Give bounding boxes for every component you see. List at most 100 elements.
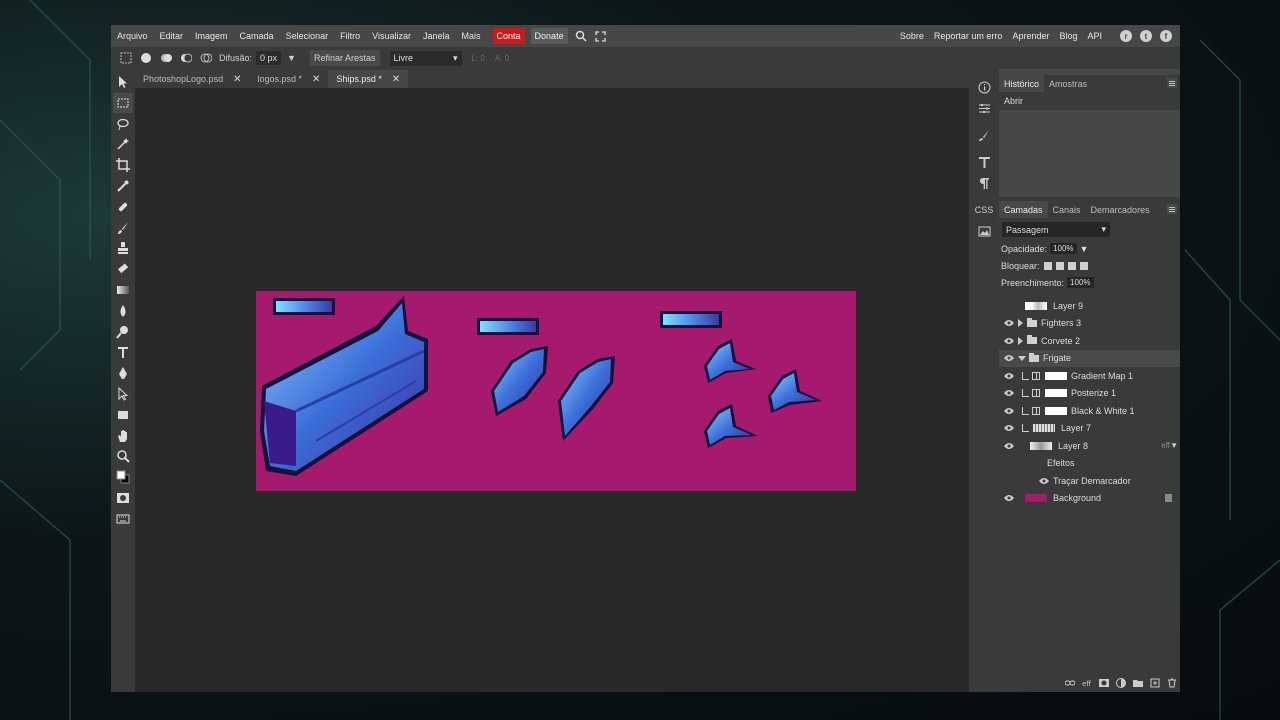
fill-input[interactable]: 100% xyxy=(1067,277,1094,288)
expand-arrow-icon[interactable] xyxy=(1018,319,1023,328)
menu-editar[interactable]: Editar xyxy=(160,31,190,41)
marquee-tool-icon[interactable] xyxy=(113,92,133,113)
chevron-down-icon[interactable]: ▼ xyxy=(1170,441,1178,450)
layer-row[interactable]: Layer 8 eff ▼ xyxy=(999,437,1180,455)
tab-demarcadores[interactable]: Demarcadores xyxy=(1086,201,1155,218)
eye-icon[interactable] xyxy=(1004,353,1014,363)
healing-brush-icon[interactable] xyxy=(113,197,133,217)
tab-logos[interactable]: logos.psd * ✕ xyxy=(249,70,328,88)
menu-blog[interactable]: Blog xyxy=(1059,31,1083,41)
eye-icon[interactable] xyxy=(1004,388,1014,398)
move-tool-icon[interactable] xyxy=(113,72,133,92)
new-layer-icon[interactable] xyxy=(1148,676,1161,689)
history-item[interactable]: Abrir xyxy=(999,92,1180,110)
donate-button[interactable]: Donate xyxy=(530,28,568,44)
panel-menu-icon[interactable] xyxy=(1167,78,1177,88)
blend-mode-select[interactable]: Passagem ▾ xyxy=(1002,222,1110,237)
adjustment-icon[interactable] xyxy=(1114,676,1127,689)
crop-tool-icon[interactable] xyxy=(113,155,133,175)
adjustments-icon[interactable] xyxy=(974,98,994,118)
menu-visualizar[interactable]: Visualizar xyxy=(372,31,417,41)
search-icon[interactable] xyxy=(574,29,588,43)
menu-mais[interactable]: Mais xyxy=(462,31,487,41)
effects-row[interactable]: Efeitos xyxy=(999,455,1180,473)
path-selection-icon[interactable] xyxy=(113,384,133,404)
panel-menu-icon[interactable] xyxy=(1167,204,1177,214)
layer-row[interactable]: Posterize 1 xyxy=(999,385,1180,403)
marquee-tool-icon[interactable] xyxy=(119,51,133,65)
eye-icon[interactable] xyxy=(1004,441,1014,451)
difusao-input[interactable]: 0 px xyxy=(256,51,282,65)
layer-mask-thumbnail[interactable] xyxy=(1045,406,1067,415)
layer-row[interactable]: Layer 7 xyxy=(999,420,1180,438)
add-selection-icon[interactable] xyxy=(159,51,173,65)
zoom-tool-icon[interactable] xyxy=(113,446,133,466)
menu-aprender[interactable]: Aprender xyxy=(1012,31,1055,41)
menu-selecionar[interactable]: Selecionar xyxy=(286,31,335,41)
opacity-input[interactable]: 100% xyxy=(1050,243,1077,254)
menu-reportar-erro[interactable]: Reportar um erro xyxy=(934,31,1009,41)
fullscreen-icon[interactable] xyxy=(594,29,608,43)
width-field[interactable]: L: 0 xyxy=(472,54,485,63)
keyboard-icon[interactable] xyxy=(113,509,133,529)
lock-all-icon[interactable] xyxy=(1079,261,1088,270)
eraser-tool-icon[interactable] xyxy=(113,259,133,279)
menu-camada[interactable]: Camada xyxy=(240,31,280,41)
menu-arquivo[interactable]: Arquivo xyxy=(117,31,154,41)
menu-filtro[interactable]: Filtro xyxy=(340,31,366,41)
new-selection-icon[interactable] xyxy=(139,51,153,65)
lasso-tool-icon[interactable] xyxy=(113,114,133,134)
info-icon[interactable] xyxy=(974,77,994,97)
facebook-icon[interactable]: f xyxy=(1160,30,1172,42)
tab-amostras[interactable]: Amostras xyxy=(1044,75,1092,92)
layer-mask-thumbnail[interactable] xyxy=(1045,389,1067,398)
tab-historico[interactable]: Histórico xyxy=(999,75,1045,92)
layer-row[interactable]: Background xyxy=(999,490,1180,508)
close-icon[interactable]: ✕ xyxy=(312,74,320,85)
layer-row[interactable]: Gradient Map 1 xyxy=(999,367,1180,385)
blur-tool-icon[interactable] xyxy=(113,301,133,321)
layer-row[interactable]: Black & White 1 xyxy=(999,402,1180,420)
close-icon[interactable]: ✕ xyxy=(233,74,241,85)
eye-icon[interactable] xyxy=(1004,423,1014,433)
opacity-dropdown-icon[interactable]: ▼ xyxy=(1080,244,1089,254)
color-swatches-icon[interactable] xyxy=(113,467,133,487)
quick-mask-icon[interactable] xyxy=(113,488,133,508)
height-field[interactable]: A: 0 xyxy=(495,54,509,63)
lock-transparency-icon[interactable] xyxy=(1043,261,1052,270)
difusao-dropdown-icon[interactable]: ▼ xyxy=(287,53,296,63)
brush-tool-icon[interactable] xyxy=(113,218,133,238)
tab-photoshoplogo[interactable]: PhotoshopLogo.psd ✕ xyxy=(135,70,249,88)
layer-effects-badge[interactable]: eff xyxy=(1161,441,1170,450)
pen-tool-icon[interactable] xyxy=(113,363,133,383)
canvas-workspace[interactable] xyxy=(135,88,969,692)
lock-pixels-icon[interactable] xyxy=(1055,261,1064,270)
reddit-icon[interactable]: r xyxy=(1120,30,1132,42)
type-tool-icon[interactable] xyxy=(113,342,133,362)
intersect-selection-icon[interactable] xyxy=(199,51,213,65)
dodge-tool-icon[interactable] xyxy=(113,322,133,342)
paragraph-icon[interactable] xyxy=(974,173,994,193)
eye-icon[interactable] xyxy=(1004,406,1014,416)
expand-arrow-icon[interactable] xyxy=(1018,336,1023,345)
eyedropper-icon[interactable] xyxy=(113,176,133,196)
css-icon[interactable]: CSS xyxy=(974,200,994,220)
lock-position-icon[interactable] xyxy=(1067,261,1076,270)
layer-row[interactable]: Frigate xyxy=(999,349,1180,367)
eye-icon[interactable] xyxy=(1004,336,1014,346)
gradient-tool-icon[interactable] xyxy=(113,280,133,300)
hand-tool-icon[interactable] xyxy=(113,426,133,446)
link-icon[interactable] xyxy=(1063,676,1076,689)
clone-stamp-icon[interactable] xyxy=(113,238,133,258)
menu-janela[interactable]: Janela xyxy=(423,31,456,41)
brush-settings-icon[interactable] xyxy=(974,125,994,145)
layer-row[interactable]: Layer 9 xyxy=(999,297,1180,315)
trash-icon[interactable] xyxy=(1165,676,1178,689)
tab-ships[interactable]: Ships.psd * ✕ xyxy=(328,70,409,88)
menu-api[interactable]: API xyxy=(1087,31,1108,41)
refinar-arestas-button[interactable]: Refinar Arestas xyxy=(309,50,380,66)
layer-row[interactable]: Fighters 3 xyxy=(999,315,1180,333)
rectangle-tool-icon[interactable] xyxy=(113,405,133,425)
eye-icon[interactable] xyxy=(1039,476,1049,486)
eye-icon[interactable] xyxy=(1004,493,1014,503)
